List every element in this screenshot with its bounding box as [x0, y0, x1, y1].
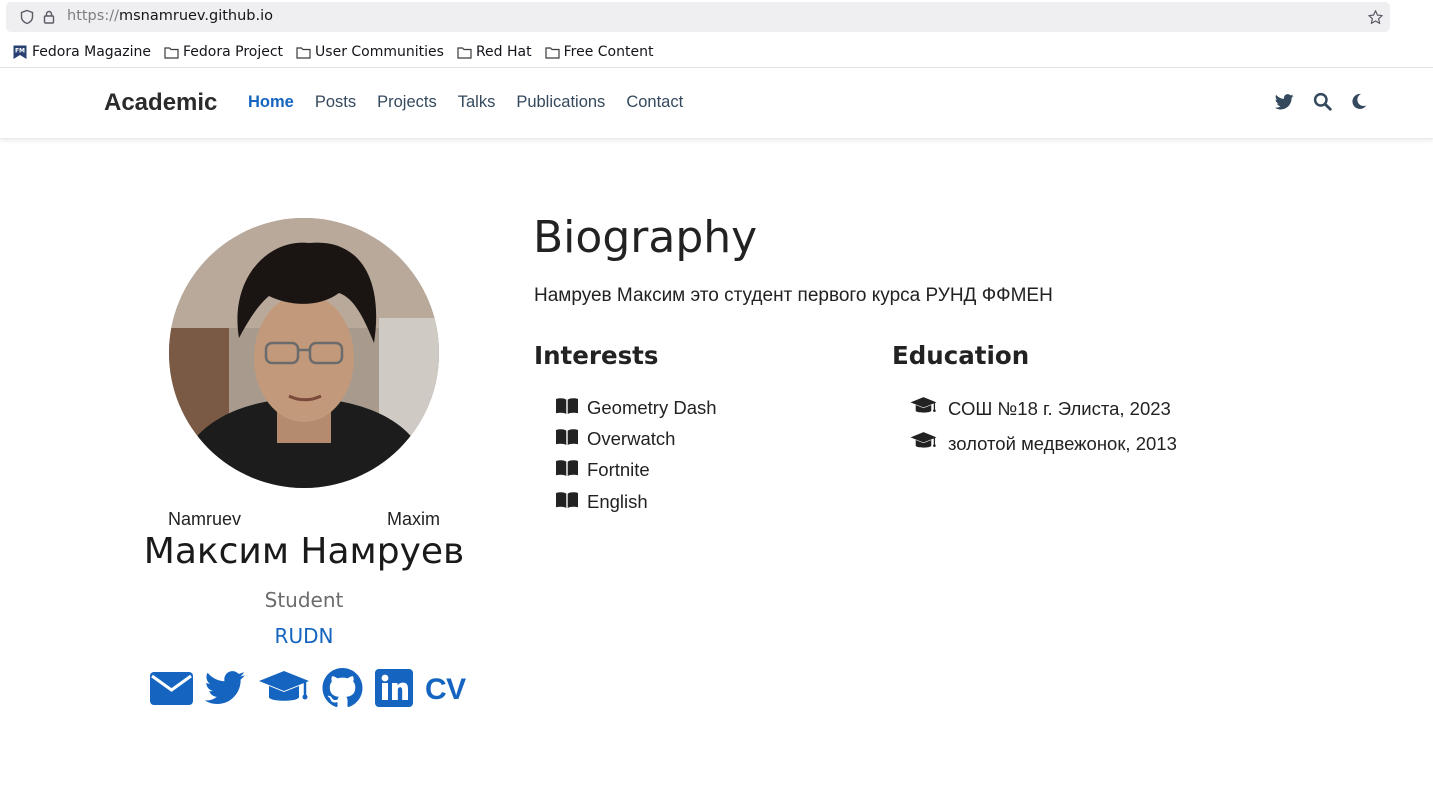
twitter-icon[interactable] — [204, 671, 246, 709]
moon-icon[interactable] — [1351, 93, 1367, 114]
list-item: Overwatch — [556, 423, 717, 454]
github-icon[interactable] — [322, 668, 363, 712]
bookmarks-bar: FM Fedora Magazine Fedora Project User C… — [12, 41, 653, 63]
nav-link-posts[interactable]: Posts — [315, 93, 356, 112]
lock-icon[interactable] — [40, 8, 58, 26]
book-icon — [556, 428, 578, 450]
bookmark-fedora-project[interactable]: Fedora Project — [164, 44, 283, 60]
biography-heading: Biography — [533, 212, 758, 263]
book-icon — [556, 459, 578, 481]
graduation-cap-icon[interactable] — [258, 669, 310, 711]
envelope-icon[interactable] — [150, 671, 193, 709]
nav-link-talks[interactable]: Talks — [458, 93, 496, 112]
folder-icon — [457, 46, 472, 59]
browser-toolbar: https://msnamruev.github.io FM Fedora Ma… — [0, 0, 1433, 68]
folder-icon — [545, 46, 560, 59]
graduation-cap-icon — [910, 396, 937, 421]
nav-link-projects[interactable]: Projects — [377, 93, 437, 112]
last-name: Namruev — [168, 509, 242, 529]
url-text[interactable]: https://msnamruev.github.io — [67, 8, 273, 24]
svg-text:FM: FM — [15, 48, 25, 55]
social-links: CV — [150, 668, 466, 712]
profile-organization[interactable]: RUDN — [60, 624, 548, 648]
linkedin-icon[interactable] — [375, 669, 413, 711]
graduation-cap-icon — [910, 431, 937, 456]
fedora-magazine-favicon: FM — [12, 44, 28, 60]
site-navbar: Academic Home Posts Projects Talks Publi… — [0, 68, 1433, 139]
name-parts: Namruev Maxim — [120, 509, 488, 530]
bookmark-red-hat[interactable]: Red Hat — [457, 44, 532, 60]
education-heading: Education — [892, 341, 1030, 370]
bookmark-user-communities[interactable]: User Communities — [296, 44, 444, 60]
url-bar[interactable]: https://msnamruev.github.io — [6, 2, 1390, 32]
book-icon — [556, 491, 578, 513]
interests-heading: Interests — [534, 341, 659, 370]
biography-text: Намруев Максим это студент первого курса… — [534, 285, 1053, 306]
education-list: СОШ №18 г. Элиста, 2023 золотой медвежон… — [910, 391, 1177, 461]
list-item: English — [556, 486, 717, 517]
first-name: Maxim — [387, 509, 440, 529]
folder-icon — [164, 46, 179, 59]
nav-link-contact[interactable]: Contact — [626, 93, 683, 112]
list-item: золотой медвежонок, 2013 — [910, 426, 1177, 461]
shield-icon[interactable] — [18, 8, 36, 26]
search-icon[interactable] — [1313, 92, 1332, 115]
cv-link[interactable]: CV — [425, 673, 466, 707]
nav-link-home[interactable]: Home — [248, 93, 294, 112]
profile-name: Максим Намруев — [143, 531, 465, 572]
interests-list: Geometry Dash Overwatch Fortnite English — [556, 392, 717, 517]
list-item: СОШ №18 г. Элиста, 2023 — [910, 391, 1177, 426]
book-icon — [556, 397, 578, 419]
twitter-icon[interactable] — [1274, 93, 1294, 114]
nav-links: Home Posts Projects Talks Publications C… — [248, 93, 683, 112]
profile-role: Student — [264, 588, 344, 612]
bookmark-fedora-magazine[interactable]: FM Fedora Magazine — [12, 44, 151, 60]
list-item: Fortnite — [556, 455, 717, 486]
list-item: Geometry Dash — [556, 392, 717, 423]
nav-icons — [1274, 92, 1367, 115]
bookmark-free-content[interactable]: Free Content — [545, 44, 653, 60]
site-brand[interactable]: Academic — [104, 89, 217, 117]
avatar — [169, 218, 439, 488]
folder-icon — [296, 46, 311, 59]
nav-link-publications[interactable]: Publications — [516, 93, 605, 112]
star-bookmark-icon[interactable] — [1366, 8, 1384, 26]
